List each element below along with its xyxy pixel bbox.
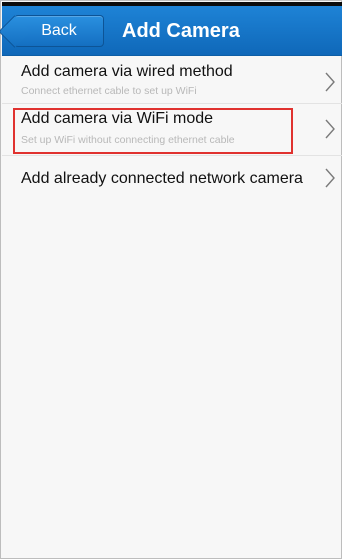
back-button[interactable]: Back <box>14 15 104 47</box>
back-button-label: Back <box>41 22 77 39</box>
option-title: Add already connected network camera <box>21 170 303 187</box>
option-subtitle: Connect ethernet cable to set up WiFi <box>21 85 197 97</box>
chevron-right-icon <box>325 72 335 92</box>
option-wired-method[interactable]: Add camera via wired method Connect ethe… <box>2 56 342 104</box>
page-title: Add Camera <box>122 20 240 42</box>
app-screen: Back Add Camera Add camera via wired met… <box>0 0 342 559</box>
chevron-right-icon <box>325 168 335 188</box>
navigation-bar: Back Add Camera <box>2 6 342 56</box>
highlight-box <box>13 108 293 154</box>
option-title: Add camera via wired method <box>21 63 233 80</box>
chevron-right-icon <box>325 119 335 139</box>
option-connected-camera[interactable]: Add already connected network camera <box>2 156 342 204</box>
